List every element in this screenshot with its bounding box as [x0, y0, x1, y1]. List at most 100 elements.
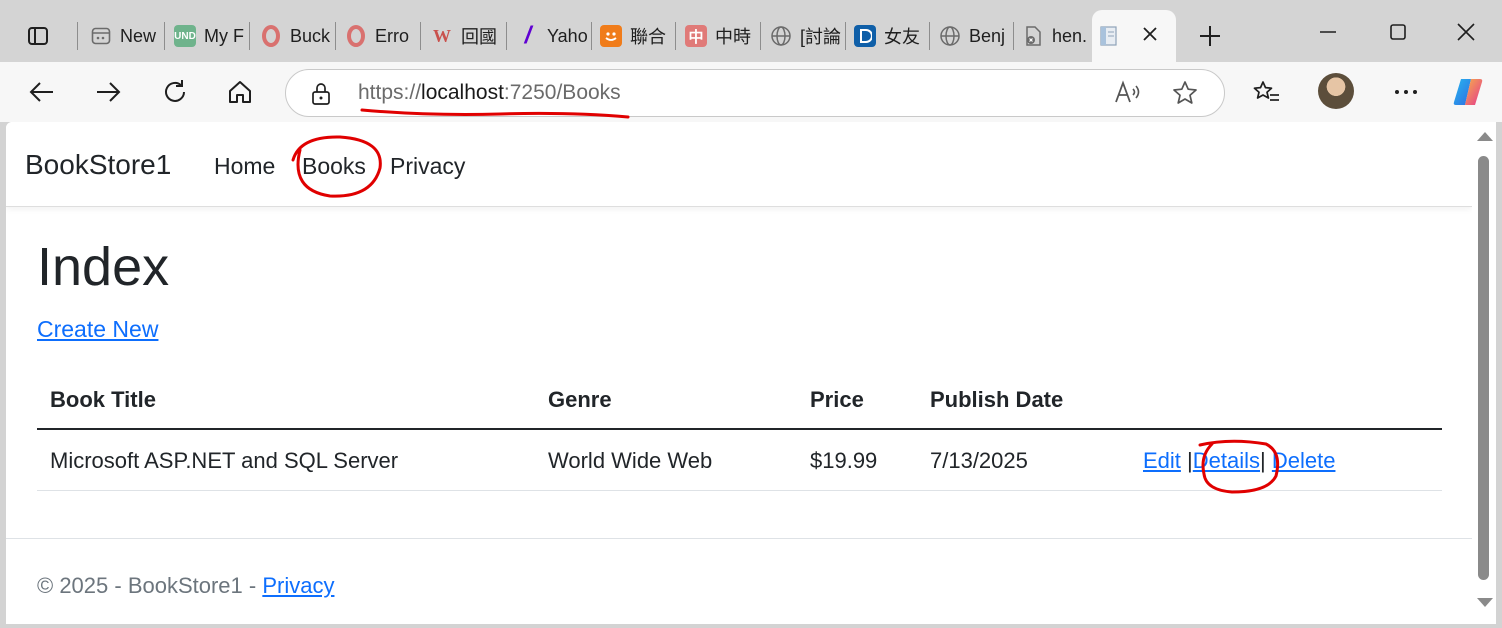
arrow-right-icon — [97, 82, 121, 102]
scroll-up-arrow-icon[interactable] — [1477, 132, 1493, 141]
footer-divider — [6, 538, 1472, 539]
tab[interactable]: Erro — [339, 14, 421, 58]
tab-title: 中時 — [715, 27, 751, 47]
favorite-star-icon[interactable] — [1172, 80, 1198, 111]
tab-actions-button[interactable] — [18, 20, 58, 52]
tab-title: 回國 — [461, 27, 497, 47]
footer-privacy-link[interactable]: Privacy — [262, 573, 334, 598]
tab-title: 女友 — [884, 27, 920, 47]
tab-title: hen. — [1052, 25, 1088, 46]
tab-separator — [249, 22, 250, 50]
tab-title: Erro — [375, 25, 410, 46]
column-header-genre: Genre — [548, 387, 612, 412]
tab[interactable]: 聯合 — [594, 14, 676, 58]
url-text: https://localhost:7250/Books — [358, 81, 621, 105]
column-header-publish-date: Publish Date — [930, 387, 1064, 412]
opera-logo-icon — [260, 25, 282, 47]
chinatimes-logo-icon: 中 — [685, 25, 707, 47]
edit-link[interactable]: Edit — [1143, 448, 1181, 473]
tab[interactable]: 女友 — [848, 14, 930, 58]
tab[interactable]: Benj — [933, 14, 1015, 58]
read-aloud-icon[interactable] — [1114, 80, 1142, 111]
tab[interactable]: [討論 — [764, 14, 846, 58]
tab-separator — [845, 22, 846, 50]
favorites-button[interactable] — [1246, 72, 1286, 112]
table-row-divider — [37, 490, 1442, 491]
tab[interactable]: / Yaho — [511, 14, 593, 58]
arrow-left-icon — [29, 82, 53, 102]
tab[interactable]: UND My F — [168, 14, 250, 58]
column-header-title: Book Title — [50, 387, 156, 412]
tab-separator — [675, 22, 676, 50]
home-button[interactable] — [220, 72, 260, 112]
tab-strip: New UND My F Buck Erro W 回國 / Yaho 聯合 中 … — [0, 0, 1502, 62]
minimize-button[interactable] — [1298, 12, 1358, 52]
tab-separator — [591, 22, 592, 50]
url-host: localhost — [421, 81, 504, 104]
settings-more-button[interactable] — [1386, 72, 1426, 112]
globe-icon — [939, 25, 961, 47]
browser-toolbar: https://localhost:7250/Books — [0, 62, 1502, 122]
globe-icon — [770, 25, 792, 47]
tab[interactable]: Buck — [254, 14, 336, 58]
new-tab-page-icon — [90, 25, 112, 47]
site-navbar: BookStore1 Home Books Privacy — [6, 122, 1472, 207]
tab-title: Buck — [290, 25, 331, 46]
plus-icon — [1200, 26, 1220, 46]
close-tab-icon[interactable] — [1142, 26, 1158, 47]
scroll-thumb[interactable] — [1478, 156, 1489, 580]
column-header-price: Price — [810, 387, 864, 412]
profile-avatar[interactable] — [1318, 73, 1354, 109]
nav-link-books[interactable]: Books — [302, 153, 366, 180]
tab-title: New — [120, 25, 157, 46]
close-window-button[interactable] — [1436, 12, 1496, 52]
lock-icon[interactable] — [310, 82, 332, 111]
tab-title: Benj — [969, 25, 1006, 46]
row-actions: Edit |Details| Delete — [1143, 448, 1335, 474]
tab-title: [討論 — [800, 27, 842, 47]
tab-actions-icon — [28, 27, 48, 45]
browser-window: New UND My F Buck Erro W 回國 / Yaho 聯合 中 … — [0, 0, 1502, 628]
maximize-icon — [1390, 24, 1406, 40]
tab-separator — [506, 22, 507, 50]
refresh-button[interactable] — [155, 72, 195, 112]
cell-genre: World Wide Web — [548, 448, 713, 473]
url-scheme: https:// — [358, 81, 422, 104]
yahoo-logo-icon: / — [524, 22, 532, 49]
scroll-down-arrow-icon[interactable] — [1477, 598, 1493, 607]
forward-button[interactable] — [88, 72, 128, 112]
tab-separator — [420, 22, 421, 50]
page-title: Index — [37, 237, 170, 297]
tab-active[interactable] — [1092, 10, 1176, 62]
create-new-link[interactable]: Create New — [37, 316, 158, 343]
tab-separator — [929, 22, 930, 50]
nav-link-home[interactable]: Home — [214, 153, 275, 180]
dcard-logo-icon — [854, 25, 876, 47]
tab-title: Yaho — [547, 25, 588, 46]
tab[interactable]: W 回國 — [425, 14, 507, 58]
action-separator: | — [1260, 448, 1266, 473]
opera-logo-icon — [345, 25, 367, 47]
und-logo-icon: UND — [174, 25, 196, 47]
w-logo-icon: W — [433, 25, 451, 46]
site-footer: © 2025 - BookStore1 - Privacy — [37, 573, 334, 599]
details-link[interactable]: Details — [1193, 448, 1260, 473]
tab[interactable]: hen. — [1016, 14, 1092, 58]
tab[interactable]: 中 中時 — [679, 14, 761, 58]
nav-link-privacy[interactable]: Privacy — [390, 153, 465, 180]
back-button[interactable] — [22, 72, 62, 112]
cell-book-title: Microsoft ASP.NET and SQL Server — [50, 448, 399, 473]
copilot-button[interactable] — [1448, 72, 1488, 112]
file-error-icon — [1022, 25, 1044, 47]
tab[interactable]: New — [84, 14, 166, 58]
minimize-icon — [1320, 31, 1336, 33]
address-bar[interactable]: https://localhost:7250/Books — [285, 69, 1225, 117]
maximize-button[interactable] — [1368, 12, 1428, 52]
new-tab-button[interactable] — [1190, 18, 1230, 54]
udn-logo-icon — [600, 25, 622, 47]
site-brand[interactable]: BookStore1 — [25, 149, 171, 181]
footer-copyright: © 2025 - BookStore1 - — [37, 573, 263, 598]
delete-link[interactable]: Delete — [1272, 448, 1336, 473]
table-header-divider — [37, 428, 1442, 430]
vertical-scrollbar[interactable] — [1472, 122, 1496, 624]
